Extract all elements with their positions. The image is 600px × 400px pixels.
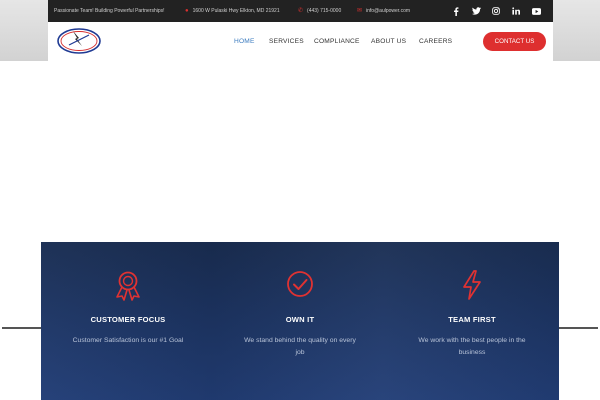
envelope-icon: ✉ (357, 8, 363, 14)
twitter-icon[interactable] (470, 0, 482, 22)
award-ribbon-icon (116, 271, 140, 301)
nav-services[interactable]: SERVICES (269, 35, 304, 49)
map-pin-icon: ● (185, 8, 189, 14)
section-divider-right (559, 327, 598, 329)
top-info-bar: Passionate Team! Building Powerful Partn… (48, 0, 553, 22)
nav-about-us[interactable]: ABOUT US (371, 35, 406, 49)
address-link[interactable]: ● 1600 W Pulaski Hwy Elkton, MD 21921 (185, 0, 280, 22)
phone-link[interactable]: ✆ (443) 715-0000 (298, 0, 341, 22)
address-text: 1600 W Pulaski Hwy Elkton, MD 21921 (192, 8, 280, 14)
phone-text: (443) 715-0000 (307, 8, 342, 14)
feature-text: We stand behind the quality on every job (244, 337, 356, 356)
feature-title: OWN IT (285, 315, 315, 324)
feature-own-it: OWN IT We stand behind the quality on ev… (214, 242, 386, 400)
nav-compliance[interactable]: COMPLIANCE (314, 35, 360, 49)
feature-title: TEAM FIRST (448, 315, 496, 324)
linkedin-icon[interactable] (510, 0, 522, 22)
instagram-icon[interactable] (490, 0, 502, 22)
nav-home[interactable]: HOME (234, 35, 255, 49)
feature-text: We work with the best people in the busi… (418, 337, 526, 356)
facebook-icon[interactable] (450, 0, 462, 22)
email-text: info@aulpower.com (366, 8, 411, 14)
youtube-icon[interactable] (530, 0, 542, 22)
feature-customer-focus: CUSTOMER FOCUS Customer Satisfaction is … (42, 242, 214, 400)
tagline: Passionate Team! Building Powerful Partn… (54, 8, 165, 14)
values-section: CUSTOMER FOCUS Customer Satisfaction is … (41, 242, 559, 400)
contact-us-button[interactable]: CONTACT US (483, 32, 546, 51)
header-background-right (553, 0, 600, 61)
email-link[interactable]: ✉ info@aulpower.com (357, 0, 410, 22)
main-navbar: HOME SERVICES COMPLIANCE ABOUT US CAREER… (48, 22, 553, 61)
lightning-bolt-icon (463, 270, 481, 300)
phone-icon: ✆ (298, 8, 304, 14)
header-background-left (0, 0, 48, 61)
nav-careers[interactable]: CAREERS (419, 35, 452, 49)
check-circle-icon (287, 271, 313, 297)
feature-team-first: TEAM FIRST We work with the best people … (386, 242, 558, 400)
feature-text: Customer Satisfaction is our #1 Goal (72, 337, 184, 344)
aul-power-logo[interactable] (57, 28, 101, 54)
feature-title: CUSTOMER FOCUS (90, 315, 166, 324)
section-divider-left (2, 327, 42, 329)
